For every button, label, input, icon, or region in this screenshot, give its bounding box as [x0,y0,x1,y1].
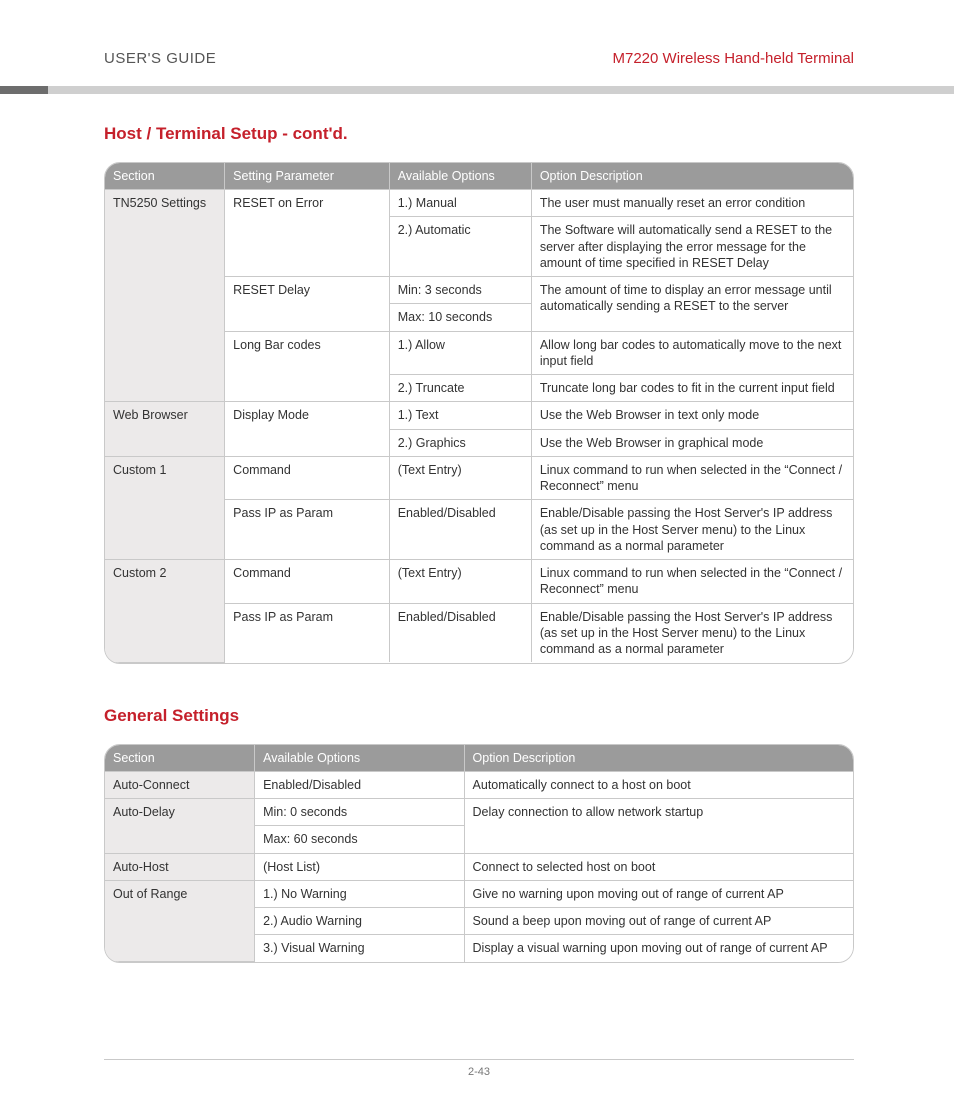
cell-description: Allow long bar codes to automatically mo… [531,331,853,375]
cell-option: 2.) Audio Warning [255,908,464,935]
page-number: 2-43 [468,1066,490,1078]
table1-header: Setting Parameter [225,163,390,190]
header-rule-line [48,86,954,94]
table2-header: Section [105,745,255,772]
cell-description: Give no warning upon moving out of range… [464,880,853,907]
cell-option: Enabled/Disabled [389,603,531,662]
cell-description: The amount of time to display an error m… [531,277,853,332]
cell-description: Delay connection to allow network startu… [464,799,853,854]
section-title-host-terminal: Host / Terminal Setup - cont'd. [104,124,854,144]
cell-description: Truncate long bar codes to fit in the cu… [531,375,853,402]
header-rule-accent [0,86,48,94]
cell-option: 2.) Graphics [389,429,531,456]
cell-parameter: RESET on Error [225,190,390,277]
cell-description: Sound a beep upon moving out of range of… [464,908,853,935]
cell-section: Auto-Connect [105,771,255,798]
cell-option: 1.) No Warning [255,880,464,907]
header-rule [0,86,954,94]
cell-section: Custom 1 [105,456,225,559]
cell-description: Use the Web Browser in text only mode [531,402,853,429]
table-row: Auto-ConnectEnabled/DisabledAutomaticall… [105,771,853,798]
cell-parameter: Display Mode [225,402,390,457]
cell-option: 1.) Text [389,402,531,429]
table-row: Out of Range1.) No WarningGive no warnin… [105,880,853,907]
table1-header: Section [105,163,225,190]
cell-option: 1.) Manual [389,190,531,217]
cell-description: The Software will automatically send a R… [531,217,853,277]
table-row: Auto-DelayMin: 0 secondsDelay connection… [105,799,853,826]
table2-header: Available Options [255,745,464,772]
cell-parameter: Command [225,456,390,500]
table-row: Custom 1Command(Text Entry)Linux command… [105,456,853,500]
cell-option: 2.) Truncate [389,375,531,402]
cell-option: Max: 10 seconds [389,304,531,331]
cell-section: Auto-Delay [105,799,255,854]
table2-header: Option Description [464,745,853,772]
page: USER'S GUIDE M7220 Wireless Hand-held Te… [0,0,954,1112]
cell-parameter: Pass IP as Param [225,603,390,662]
table-row: Auto-Host(Host List)Connect to selected … [105,853,853,880]
cell-description: Use the Web Browser in graphical mode [531,429,853,456]
header-bar: USER'S GUIDE M7220 Wireless Hand-held Te… [104,50,854,67]
cell-description: Automatically connect to a host on boot [464,771,853,798]
footer-divider [104,1059,854,1060]
cell-option: Min: 3 seconds [389,277,531,304]
table-row: Custom 2Command(Text Entry)Linux command… [105,560,853,604]
header-right: M7220 Wireless Hand-held Terminal [613,50,855,67]
section-title-general-settings: General Settings [104,706,854,726]
cell-option: Min: 0 seconds [255,799,464,826]
cell-option: 1.) Allow [389,331,531,375]
cell-option: Enabled/Disabled [255,771,464,798]
cell-parameter: Long Bar codes [225,331,390,402]
cell-description: Enable/Disable passing the Host Server's… [531,603,853,662]
cell-section: Custom 2 [105,560,225,663]
cell-option: Max: 60 seconds [255,826,464,853]
cell-option: (Host List) [255,853,464,880]
table-row: TN5250 SettingsRESET on Error1.) ManualT… [105,190,853,217]
cell-description: Enable/Disable passing the Host Server's… [531,500,853,560]
cell-parameter: Command [225,560,390,604]
cell-description: Connect to selected host on boot [464,853,853,880]
footer: 2-43 [104,1059,854,1078]
cell-option: 2.) Automatic [389,217,531,277]
cell-section: Web Browser [105,402,225,457]
cell-section: Out of Range [105,880,255,961]
table-general-settings: SectionAvailable OptionsOption Descripti… [104,744,854,963]
cell-section: Auto-Host [105,853,255,880]
content: Host / Terminal Setup - cont'd. SectionS… [104,124,854,963]
cell-option: Enabled/Disabled [389,500,531,560]
cell-description: The user must manually reset an error co… [531,190,853,217]
table1-header: Available Options [389,163,531,190]
cell-description: Linux command to run when selected in th… [531,560,853,604]
table1-header: Option Description [531,163,853,190]
table-host-terminal: SectionSetting ParameterAvailable Option… [104,162,854,664]
cell-option: 3.) Visual Warning [255,935,464,962]
cell-description: Linux command to run when selected in th… [531,456,853,500]
cell-parameter: RESET Delay [225,277,390,332]
cell-description: Display a visual warning upon moving out… [464,935,853,962]
cell-option: (Text Entry) [389,560,531,604]
cell-parameter: Pass IP as Param [225,500,390,560]
cell-option: (Text Entry) [389,456,531,500]
header-left: USER'S GUIDE [104,50,216,67]
table-row: Web BrowserDisplay Mode1.) TextUse the W… [105,402,853,429]
cell-section: TN5250 Settings [105,190,225,402]
